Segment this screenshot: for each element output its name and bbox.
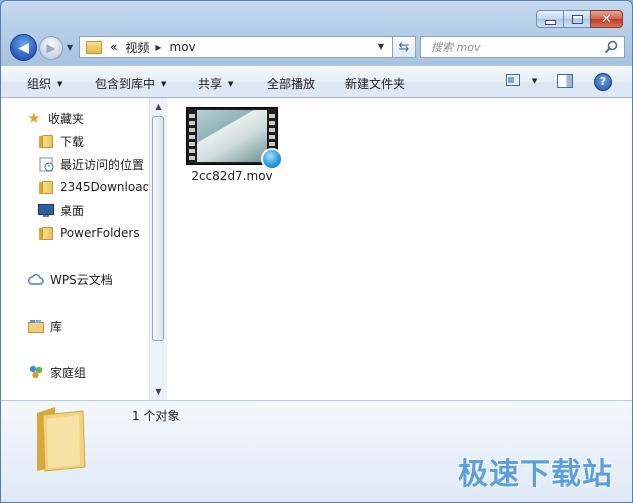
new-folder-label: 新建文件夹 (345, 77, 406, 91)
play-all-label: 全部播放 (267, 77, 316, 91)
breadcrumb-mov[interactable]: mov (170, 40, 196, 54)
minimize-icon (544, 19, 556, 25)
nav-item-label: 下载 (60, 134, 85, 149)
breadcrumb-videos[interactable]: 视频 (125, 39, 149, 56)
video-frame (197, 110, 267, 162)
help-icon[interactable]: ? (594, 73, 612, 91)
organize-menu[interactable]: 组织 ▼ (27, 75, 62, 92)
change-view-button[interactable]: ▼ (506, 74, 537, 89)
folder-icon (38, 179, 54, 195)
star-icon: ★ (27, 109, 41, 127)
file-list: 2cc82d7.mov (167, 98, 632, 400)
share-menu[interactable]: 共享 ▼ (198, 75, 233, 92)
details-pane: 1 个对象 极速下载站 (1, 400, 632, 502)
close-button[interactable]: ✕ (590, 10, 623, 28)
back-arrow-icon: ◀ (18, 39, 29, 56)
forward-button[interactable]: ▶ (39, 36, 63, 60)
homegroup-icon (28, 364, 44, 380)
nav-item-label: 桌面 (60, 203, 85, 218)
chevron-down-icon: ▼ (531, 77, 538, 85)
folder-icon (38, 225, 54, 241)
address-dropdown-icon[interactable]: ▼ (378, 42, 384, 51)
nav-wps-cloud-label: WPS云文档 (50, 272, 113, 287)
include-in-library-menu[interactable]: 包含到库中 ▼ (95, 75, 166, 92)
breadcrumb-overflow[interactable]: « (110, 40, 117, 54)
chevron-down-icon: ▼ (228, 80, 234, 88)
new-folder-button[interactable]: 新建文件夹 (345, 75, 405, 92)
play-all-button[interactable]: 全部播放 (267, 75, 315, 92)
recent-places-icon (38, 156, 54, 172)
maximize-button[interactable] (563, 10, 591, 28)
organize-label: 组织 (27, 77, 52, 91)
nav-item-label: 最近访问的位置 (60, 157, 145, 172)
recent-pages-dropdown[interactable]: ▼ (67, 43, 73, 52)
folder-icon (37, 407, 86, 472)
folder-icon (86, 40, 102, 54)
nav-libraries[interactable]: 库 (28, 316, 62, 336)
nav-favorites-label: 收藏夹 (48, 111, 85, 126)
chevron-down-icon: ▼ (161, 80, 167, 88)
maximize-icon (571, 14, 583, 24)
nav-item-desktop[interactable]: 桌面 (38, 200, 84, 220)
minimize-button[interactable] (536, 10, 564, 28)
nav-item-powerfolders[interactable]: PowerFolders (38, 223, 140, 243)
refresh-icon: ⇆ (398, 39, 410, 55)
nav-favorites[interactable]: ★ 收藏夹 (27, 108, 85, 128)
item-count: 1 个对象 (132, 409, 180, 423)
media-player-icon (261, 148, 283, 170)
nav-item-2345downloads[interactable]: 2345Downloads (38, 177, 148, 197)
nav-item-recent-places[interactable]: 最近访问的位置 (38, 154, 144, 174)
nav-homegroup-label: 家庭组 (50, 365, 87, 380)
file-item[interactable]: 2cc82d7.mov (182, 107, 283, 183)
refresh-button[interactable]: ⇆ (393, 36, 416, 58)
close-icon: ✕ (601, 11, 612, 27)
address-bar[interactable]: « 视频 ▶ mov ▼ (79, 36, 393, 58)
breadcrumb-chevron-icon[interactable]: ▶ (155, 43, 161, 52)
chevron-down-icon: ▼ (57, 80, 63, 88)
nav-wps-cloud[interactable]: WPS云文档 (28, 269, 113, 289)
watermark-logo: 极速下载站 (458, 457, 613, 492)
scroll-up-icon[interactable]: ▲ (150, 98, 167, 115)
video-thumbnail (186, 107, 283, 170)
search-input[interactable] (429, 39, 603, 55)
download-folder-icon (38, 133, 54, 149)
preview-pane-button[interactable] (557, 74, 573, 88)
scroll-down-icon[interactable]: ▼ (150, 383, 167, 400)
nav-item-label: 2345Downloads (60, 180, 148, 194)
nav-item-label: PowerFolders (60, 226, 140, 240)
navigation-pane: ★ 收藏夹 下载 最近访问的位置 2345Downloads 桌面 PowerF… (1, 98, 167, 400)
include-in-library-label: 包含到库中 (95, 77, 156, 91)
file-name: 2cc82d7.mov (191, 169, 273, 183)
search-icon[interactable] (604, 40, 618, 54)
explorer-window: ✕ ◀ ▶ ▼ « 视频 ▶ mov ▼ ⇆ 组织 ▼ 包含到库中 ▼ 共享 ▼ 全部… (0, 0, 633, 503)
nav-item-downloads[interactable]: 下载 (38, 131, 84, 151)
scrollbar-thumb[interactable] (152, 116, 164, 341)
library-icon (28, 318, 44, 334)
nav-pane-scrollbar[interactable]: ▲ ▼ (149, 98, 167, 400)
back-button[interactable]: ◀ (10, 34, 37, 61)
search-box[interactable] (420, 36, 625, 58)
navigation-bar: ◀ ▶ ▼ « 视频 ▶ mov ▼ ⇆ (9, 33, 625, 61)
nav-libraries-label: 库 (50, 319, 63, 334)
view-icon (506, 74, 520, 86)
film-strip-left (189, 111, 195, 161)
caption-buttons: ✕ (536, 10, 623, 28)
cloud-icon (28, 271, 44, 287)
command-bar: 组织 ▼ 包含到库中 ▼ 共享 ▼ 全部播放 新建文件夹 ▼ ? (1, 66, 632, 98)
nav-homegroup[interactable]: 家庭组 (28, 362, 86, 382)
desktop-icon (38, 202, 54, 218)
share-label: 共享 (198, 77, 223, 91)
forward-arrow-icon: ▶ (46, 41, 56, 55)
